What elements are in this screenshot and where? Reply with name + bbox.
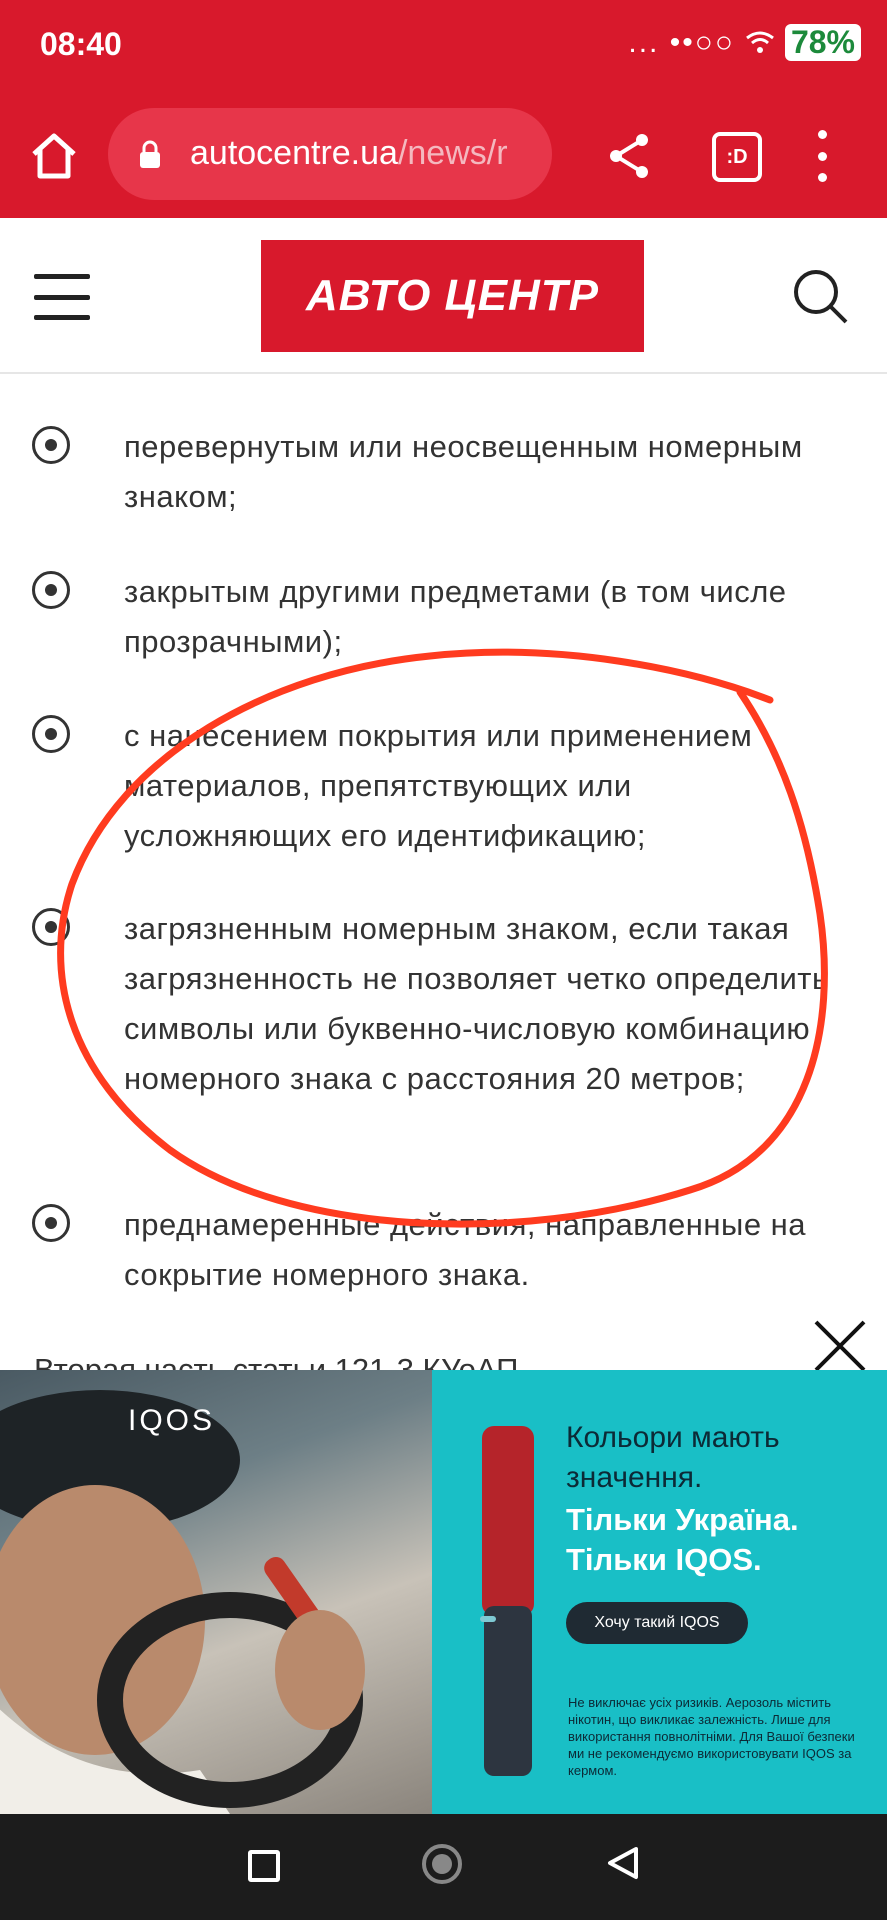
logo-text: АВТО ЦЕНТР	[306, 271, 599, 320]
wifi-icon	[746, 31, 774, 53]
ad-cta-button[interactable]: Хочу такий IQOS	[566, 1602, 748, 1644]
ad-health-warning: Не виключає усіх ризиків. Аерозоль місти…	[568, 1695, 855, 1778]
overflow-menu-icon[interactable]	[808, 130, 836, 182]
site-logo[interactable]: АВТО ЦЕНТР	[261, 240, 644, 352]
iqos-logo: IQOS	[128, 1404, 216, 1437]
man-driving-illustration	[0, 1390, 365, 1814]
dex-mode-button[interactable]: :D	[712, 132, 762, 182]
system-navigation-bar	[0, 1814, 887, 1920]
share-icon[interactable]	[602, 128, 658, 184]
close-icon[interactable]	[812, 1318, 868, 1374]
red-circle-annotation	[57, 648, 828, 1228]
lock-icon	[140, 140, 160, 168]
article-body: перевернутым или неосвещенным номерным з…	[0, 374, 887, 1370]
browser-chrome: 08:40 ... ••○○ 78% autocentre.ua/news/r …	[0, 0, 887, 218]
home-button[interactable]	[422, 1844, 462, 1884]
battery-level: 78%	[784, 24, 861, 61]
status-icons: ... ••○○ 78%	[628, 24, 861, 61]
back-icon[interactable]	[606, 1846, 640, 1880]
recents-button[interactable]	[248, 1850, 280, 1882]
signal-indicator: ... ••○○	[628, 25, 735, 59]
search-icon[interactable]	[790, 266, 850, 326]
ad-photo: IQOS	[0, 1370, 432, 1814]
status-time: 08:40	[40, 26, 122, 62]
ad-headline: Кольори мають значення.	[566, 1421, 780, 1494]
iqos-device-image	[480, 1426, 534, 1776]
url-bar[interactable]: autocentre.ua/news/r	[108, 108, 552, 200]
home-icon[interactable]	[28, 130, 80, 182]
url-domain: autocentre.ua	[190, 134, 398, 172]
advertisement-banner[interactable]: IQOS Кольори мають значення. Тільки Укра…	[0, 1370, 887, 1814]
site-header: АВТО ЦЕНТР	[0, 218, 887, 374]
ad-content: Кольори мають значення. Тільки Україна. …	[432, 1370, 887, 1814]
hamburger-menu-icon[interactable]	[34, 274, 90, 320]
url-path: /news/r	[397, 134, 508, 172]
ad-subheadline: Тільки Україна. Тільки IQOS.	[566, 1502, 799, 1577]
url-text: autocentre.ua/news/r	[190, 134, 542, 173]
